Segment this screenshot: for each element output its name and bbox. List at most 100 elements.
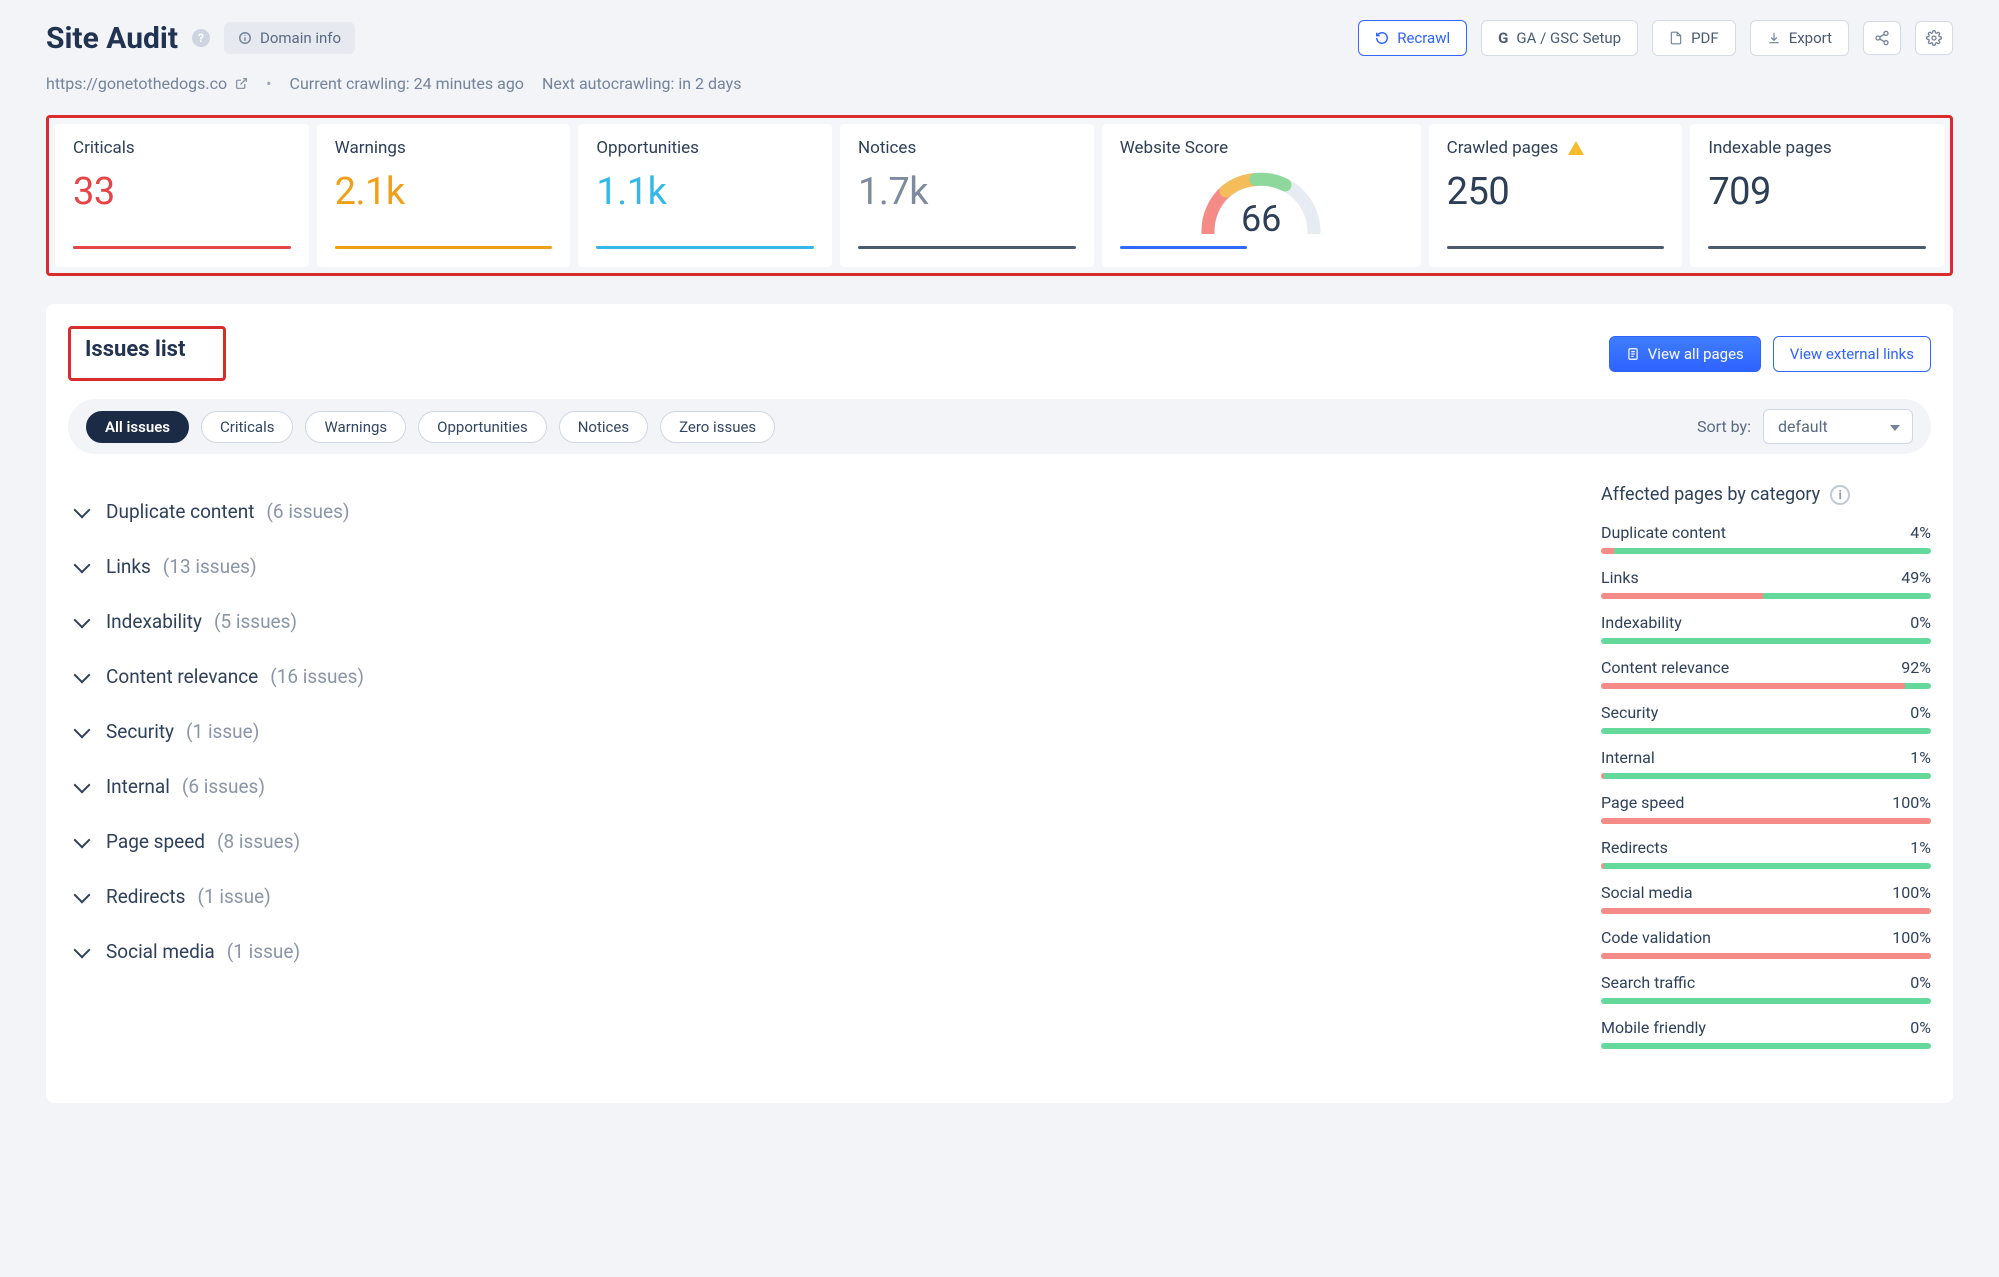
issue-category-row[interactable]: Redirects (1 issue) xyxy=(76,869,1557,924)
issue-filter-bar: All issues Criticals Warnings Opportunit… xyxy=(68,399,1931,454)
download-icon xyxy=(1767,31,1781,45)
issue-category-row[interactable]: Content relevance (16 issues) xyxy=(76,649,1557,704)
info-icon[interactable]: i xyxy=(1830,485,1850,505)
affected-row-bar xyxy=(1601,548,1931,554)
indexable-pages-card[interactable]: Indexable pages 709 xyxy=(1690,124,1944,267)
opportunities-value: 1.1k xyxy=(596,170,814,214)
filter-criticals[interactable]: Criticals xyxy=(201,411,293,443)
warnings-card[interactable]: Warnings 2.1k xyxy=(317,124,571,267)
opportunities-card[interactable]: Opportunities 1.1k xyxy=(578,124,832,267)
sort-select[interactable]: default xyxy=(1763,409,1913,444)
criticals-value: 33 xyxy=(73,170,291,214)
site-url-link[interactable]: https://gonetothedogs.co xyxy=(46,74,248,93)
ga-gsc-button[interactable]: G GA / GSC Setup xyxy=(1481,20,1638,56)
indexable-label: Indexable pages xyxy=(1708,138,1926,158)
affected-row-bar xyxy=(1601,638,1931,644)
issue-category-row[interactable]: Indexability (5 issues) xyxy=(76,594,1557,649)
affected-row-name: Social media xyxy=(1601,883,1693,902)
share-button[interactable] xyxy=(1863,21,1901,55)
filter-opportunities[interactable]: Opportunities xyxy=(418,411,547,443)
issue-category-row[interactable]: Duplicate content (6 issues) xyxy=(76,484,1557,539)
issue-category-name: Duplicate content xyxy=(106,500,254,523)
issue-category-count: (13 issues) xyxy=(163,555,257,578)
chevron-down-icon xyxy=(74,886,91,903)
card-underline xyxy=(1447,246,1665,249)
crawled-pages-card[interactable]: Crawled pages 250 xyxy=(1429,124,1683,267)
opportunities-label: Opportunities xyxy=(596,138,814,158)
affected-row-pct: 92% xyxy=(1901,658,1931,677)
card-underline xyxy=(73,246,291,249)
settings-button[interactable] xyxy=(1915,21,1953,55)
issue-category-row[interactable]: Page speed (8 issues) xyxy=(76,814,1557,869)
affected-row-pct: 1% xyxy=(1910,748,1931,767)
affected-row-pct: 100% xyxy=(1892,883,1931,902)
affected-row-name: Content relevance xyxy=(1601,658,1729,677)
affected-row-bar xyxy=(1601,1043,1931,1049)
issue-category-name: Internal xyxy=(106,775,170,798)
affected-row: Indexability0% xyxy=(1601,613,1931,644)
affected-row-bar xyxy=(1601,998,1931,1004)
chevron-down-icon xyxy=(74,556,91,573)
recrawl-button[interactable]: Recrawl xyxy=(1358,20,1467,56)
view-all-pages-button[interactable]: View all pages xyxy=(1609,336,1761,372)
card-underline xyxy=(1708,246,1926,249)
chevron-down-icon xyxy=(74,666,91,683)
issue-category-count: (5 issues) xyxy=(214,610,297,633)
card-underline xyxy=(335,246,553,249)
affected-row: Duplicate content 4% xyxy=(1601,523,1931,554)
affected-row-name: Internal xyxy=(1601,748,1655,767)
issue-category-row[interactable]: Internal (6 issues) xyxy=(76,759,1557,814)
issues-header: Issues list View all pages View external… xyxy=(46,326,1953,399)
affected-row: Social media 100% xyxy=(1601,883,1931,914)
chevron-down-icon xyxy=(74,611,91,628)
affected-row-name: Duplicate content xyxy=(1601,523,1726,542)
warning-triangle-icon xyxy=(1568,141,1584,155)
affected-row: Search traffic0% xyxy=(1601,973,1931,1004)
sort-label: Sort by: xyxy=(1697,417,1751,436)
issue-category-row[interactable]: Social media (1 issue) xyxy=(76,924,1557,979)
info-icon xyxy=(238,31,252,45)
issue-category-row[interactable]: Security (1 issue) xyxy=(76,704,1557,759)
page-title: Site Audit xyxy=(46,21,178,56)
view-external-links-button[interactable]: View external links xyxy=(1773,336,1931,372)
affected-row-name: Indexability xyxy=(1601,613,1682,632)
affected-row-bar xyxy=(1601,593,1931,599)
affected-row-pct: 100% xyxy=(1892,928,1931,947)
affected-row: Internal 1% xyxy=(1601,748,1931,779)
affected-row: Content relevance 92% xyxy=(1601,658,1931,689)
affected-row-bar xyxy=(1601,773,1931,779)
issue-category-count: (6 issues) xyxy=(182,775,265,798)
affected-row: Page speed100% xyxy=(1601,793,1931,824)
issue-category-list: Duplicate content (6 issues) Links (13 i… xyxy=(76,484,1557,1063)
filter-warnings[interactable]: Warnings xyxy=(305,411,406,443)
separator-dot: • xyxy=(266,74,271,93)
affected-row-pct: 0% xyxy=(1910,1018,1931,1037)
filter-notices[interactable]: Notices xyxy=(559,411,648,443)
issues-title: Issues list xyxy=(85,337,185,362)
help-icon[interactable]: ? xyxy=(192,29,210,47)
subheader: https://gonetothedogs.co • Current crawl… xyxy=(46,74,1953,93)
filter-zero-issues[interactable]: Zero issues xyxy=(660,411,775,443)
affected-row-name: Security xyxy=(1601,703,1658,722)
criticals-card[interactable]: Criticals 33 xyxy=(55,124,309,267)
affected-row: Code validation100% xyxy=(1601,928,1931,959)
affected-row: Redirects 1% xyxy=(1601,838,1931,869)
issue-category-count: (6 issues) xyxy=(266,500,349,523)
filter-all-issues[interactable]: All issues xyxy=(86,411,189,443)
issue-category-name: Redirects xyxy=(106,885,185,908)
issue-category-count: (1 issue) xyxy=(227,940,300,963)
affected-row-pct: 4% xyxy=(1910,523,1931,542)
crawled-value: 250 xyxy=(1447,170,1665,214)
website-score-card[interactable]: Website Score 66 xyxy=(1102,124,1421,267)
issue-category-row[interactable]: Links (13 issues) xyxy=(76,539,1557,594)
pdf-button[interactable]: PDF xyxy=(1652,20,1736,56)
affected-row: Mobile friendly0% xyxy=(1601,1018,1931,1049)
export-button[interactable]: Export xyxy=(1750,20,1849,56)
domain-info-chip[interactable]: Domain info xyxy=(224,22,355,54)
affected-row-pct: 1% xyxy=(1910,838,1931,857)
issue-category-name: Links xyxy=(106,555,151,578)
notices-card[interactable]: Notices 1.7k xyxy=(840,124,1094,267)
notices-label: Notices xyxy=(858,138,1076,158)
score-gauge: 66 xyxy=(1120,170,1403,240)
affected-row-name: Redirects xyxy=(1601,838,1668,857)
